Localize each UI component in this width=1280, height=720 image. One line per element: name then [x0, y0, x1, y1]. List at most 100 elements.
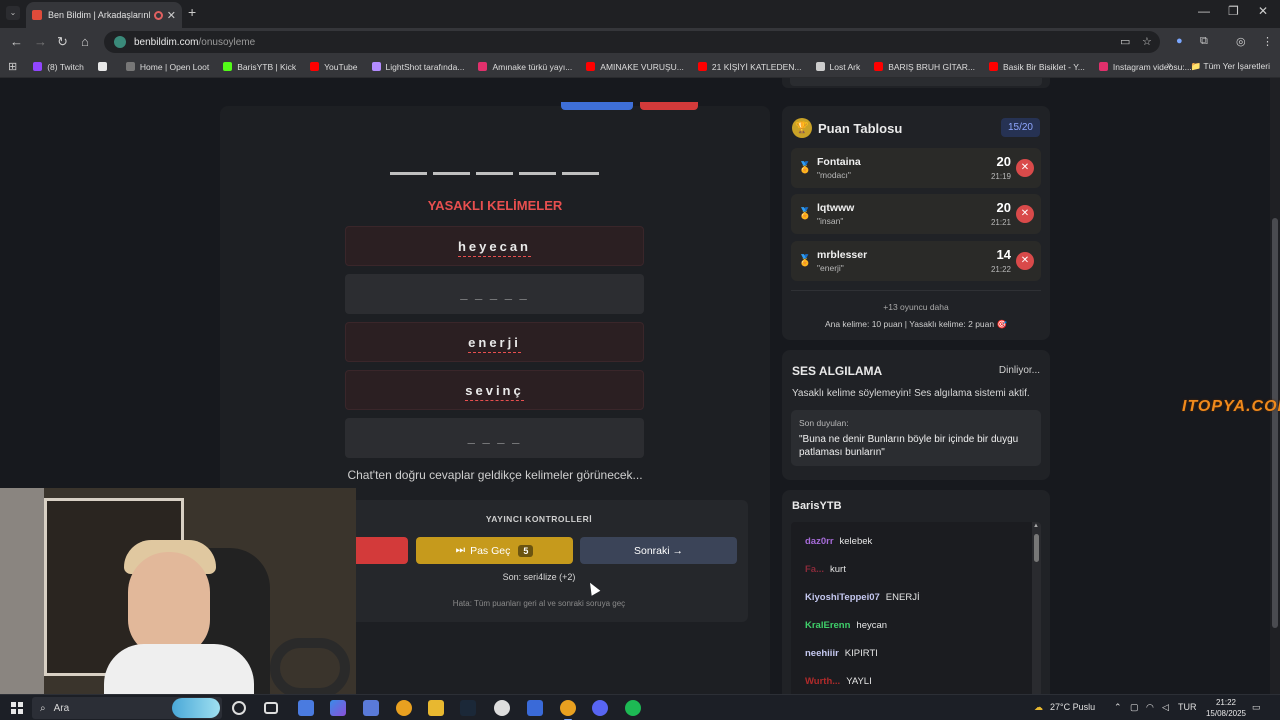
bookmark-favicon-icon	[697, 62, 707, 71]
chat-text: heycan	[856, 620, 888, 631]
volume-icon[interactable]: ◁	[1162, 702, 1169, 713]
chat-username: Wurth...	[805, 676, 841, 687]
app-icon-2[interactable]	[527, 700, 543, 716]
site-info-icon[interactable]	[114, 36, 126, 48]
bookmark-star-icon[interactable]: ☆	[1142, 35, 1152, 48]
scroll-up-icon[interactable]: ▲	[1033, 523, 1039, 529]
chat-scrollbar[interactable]: ▲	[1032, 522, 1041, 694]
bookmark-item[interactable]: Instagram videosu:...	[1098, 61, 1192, 72]
bookmark-item[interactable]: YouTube	[310, 62, 358, 72]
last-heard-label: Son duyulan:	[799, 418, 849, 428]
remove-player-icon[interactable]: ✕	[1016, 205, 1034, 223]
apps-grid-icon[interactable]: ⊞	[8, 60, 17, 73]
spotify-icon[interactable]	[625, 700, 641, 716]
address-bar[interactable]: benbildim.com /onusoyleme	[104, 31, 1160, 53]
notifications-icon[interactable]: ▭	[1252, 702, 1261, 713]
bookmark-item[interactable]	[97, 62, 112, 71]
bookmark-item[interactable]: Basik Bir Bisiklet - Y...	[988, 62, 1085, 72]
bookmark-label: Instagram videosu:...	[1112, 61, 1192, 72]
page-scrollbar[interactable]	[1270, 78, 1280, 694]
banned-word-slot: _ _ _ _	[345, 418, 644, 458]
chat-text: kurt	[830, 564, 846, 575]
steam-icon[interactable]	[460, 700, 476, 716]
task-view-icon[interactable]	[264, 702, 278, 714]
extensions-icon[interactable]: ⧉	[1200, 35, 1208, 48]
banned-words-title: YASAKLI KELİMELER	[427, 198, 563, 213]
remove-player-icon[interactable]: ✕	[1016, 159, 1034, 177]
tray-expand-icon[interactable]: ⌃	[1114, 702, 1122, 713]
new-tab-button[interactable]: +	[188, 4, 196, 20]
main-word-blanks	[390, 172, 599, 175]
menu-icon[interactable]: ⋮	[1262, 35, 1273, 48]
more-players-text: +13 oyuncu daha	[883, 302, 949, 312]
cortana-icon[interactable]	[232, 701, 246, 715]
scoreboard-count-badge: 15/20	[1000, 118, 1040, 137]
bookmark-favicon-icon	[586, 62, 596, 71]
top-blue-button[interactable]	[561, 102, 633, 110]
bookmark-label: AMINAKE VURUŞU...	[600, 61, 684, 72]
minimize-icon[interactable]: —	[1198, 4, 1210, 18]
more-bookmarks-icon[interactable]: »	[1166, 60, 1172, 71]
cast-icon[interactable]: ▭	[1120, 35, 1130, 48]
chat-text: ENERJİ	[885, 592, 920, 603]
reload-icon[interactable]: ↻	[57, 34, 68, 50]
chat-username: neehiiir	[805, 648, 839, 659]
scoreboard-row: 🏅 lqtwww "insan" 20 21:21 ✕	[791, 194, 1041, 234]
file-explorer-icon[interactable]	[428, 700, 444, 716]
streamer-controls: YAYINCI KONTROLLERİ ⏭ Pas Geç 5 Sonraki …	[330, 500, 748, 622]
wifi-icon[interactable]: ◠	[1146, 702, 1154, 713]
network-icon[interactable]: ▢	[1130, 702, 1139, 713]
forward-icon[interactable]: →	[34, 34, 47, 49]
skip-button[interactable]: ⏭ Pas Geç 5	[416, 537, 573, 564]
reset-button[interactable]	[348, 537, 408, 564]
bookmark-item[interactable]: Lost Ark	[815, 62, 860, 72]
last-heard-box: Son duyulan: "Buna ne denir Bunların böy…	[791, 410, 1041, 466]
chat-card: BarisYTB daz0rr kelebek Fa... kurt KiyoshiTe…	[782, 490, 1050, 694]
bookmark-item[interactable]: BarisYTB | Kick	[223, 62, 296, 72]
close-tab-icon[interactable]: ✕	[167, 9, 176, 22]
bookmark-item[interactable]: 21 KİŞİYİ KATLEDEN...	[697, 62, 802, 72]
top-red-button[interactable]	[640, 102, 698, 110]
player-points: 20	[996, 200, 1011, 215]
browser-tab[interactable]: Ben Bildim | Arkadaşlarınla ✕	[26, 2, 182, 28]
chrome-icon[interactable]	[396, 700, 412, 716]
app-icon-1[interactable]	[298, 700, 314, 716]
bookmark-item[interactable]: (8) Twitch	[33, 62, 84, 72]
skip-icon: ⏭	[455, 544, 466, 556]
scoreboard-row: 🏅 Fontaina "modacı" 20 21:19 ✕	[791, 148, 1041, 188]
tab-search-button[interactable]: ⌄	[6, 6, 20, 20]
home-icon[interactable]: ⌂	[81, 34, 89, 49]
store-icon[interactable]	[363, 700, 379, 716]
skip-label: Pas Geç	[470, 544, 511, 557]
remove-player-icon[interactable]: ✕	[1016, 252, 1034, 270]
windows-taskbar: ⌕ Ara ☁ 27°C Puslu ⌃ ▢ ◠ ◁ TUR 21:22 15/…	[0, 694, 1280, 720]
all-bookmarks-link[interactable]: 📁 Tüm Yer İşaretleri	[1191, 61, 1270, 72]
bookmark-item[interactable]: LightShot tarafında...	[371, 62, 464, 72]
discord-icon[interactable]	[592, 700, 608, 716]
next-button[interactable]: Sonraki →	[580, 537, 737, 564]
profile-extension-icon[interactable]: ●	[1176, 35, 1183, 47]
close-window-icon[interactable]: ✕	[1258, 4, 1268, 18]
chrome-active-icon[interactable]	[560, 700, 576, 720]
back-icon[interactable]: ←	[10, 34, 23, 49]
bookmark-item[interactable]: AMINAKE VURUŞU...	[586, 62, 684, 72]
language-indicator[interactable]: TUR	[1178, 702, 1197, 712]
url-host: benbildim.com	[134, 36, 199, 48]
bookmark-label: BarisYTB | Kick	[237, 61, 297, 72]
bookmark-item[interactable]: Amınake türkü yayı...	[478, 62, 572, 72]
banned-word-text: _ _ _ _	[467, 430, 522, 445]
profile-icon[interactable]: ◎	[1236, 35, 1246, 48]
weather-text[interactable]: 27°C Puslu	[1050, 702, 1095, 712]
bookmark-item[interactable]: BARIŞ BRUH GİTAR...	[874, 62, 975, 72]
bookmark-item[interactable]: Home | Open Loot	[125, 62, 209, 72]
bookmark-label: Amınake türkü yayı...	[492, 61, 573, 72]
obs-icon[interactable]	[494, 700, 510, 716]
error-hint-text: Hata: Tüm puanları geri al ve sonraki so…	[452, 599, 626, 608]
clock[interactable]: 21:22 15/08/2025	[1206, 697, 1246, 719]
start-icon[interactable]	[11, 702, 23, 714]
restore-icon[interactable]: ❐	[1228, 4, 1239, 18]
copilot-icon[interactable]	[330, 700, 346, 716]
bookmark-favicon-icon	[33, 62, 43, 71]
chat-message: KralErenn heycan	[805, 620, 887, 631]
chat-messages[interactable]: daz0rr kelebek Fa... kurt KiyoshiTeppei07 ENE…	[791, 522, 1041, 694]
